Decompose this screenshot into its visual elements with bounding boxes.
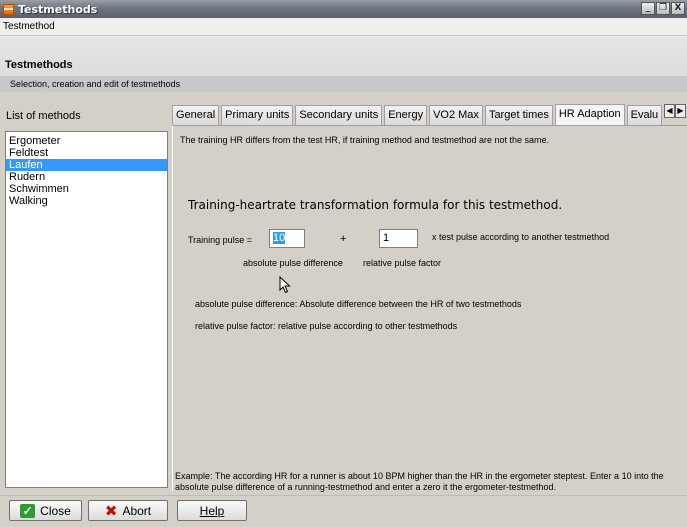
button-bar: ✓ Close ✖ Abort Help [0, 495, 687, 527]
tab-energy[interactable]: Energy [384, 105, 428, 125]
tab-general[interactable]: General [172, 105, 220, 125]
tab-target-times[interactable]: Target times [484, 105, 553, 125]
hr-adaption-panel: The training HR differs from the test HR… [172, 125, 687, 492]
close-button[interactable]: ✓ Close [9, 500, 82, 521]
abort-button-label: Abort [122, 503, 152, 518]
tab-scroll-left-icon[interactable]: ◀ [664, 104, 675, 118]
page-header: Testmethods Selection, creation and edit… [0, 36, 687, 92]
list-item-feldtest[interactable]: Feldtest [6, 147, 167, 159]
absolute-difference-description: absolute pulse difference: Absolute diff… [195, 299, 522, 309]
relative-pulse-factor-label: relative pulse factor [363, 258, 442, 268]
tab-primary-units[interactable]: Primary units [221, 105, 294, 125]
list-item-schwimmen[interactable]: Schwimmen [6, 183, 167, 195]
tab-scroll-right-icon[interactable]: ▶ [675, 104, 686, 118]
minimize-button[interactable]: _ [641, 2, 655, 15]
method-list-label: List of methods [6, 110, 81, 122]
tab-bar: General Primary units Secondary units Energ… [172, 104, 687, 125]
restore-button[interactable]: ❐ [656, 2, 670, 15]
example-text: Example: The according HR for a runner i… [175, 471, 664, 492]
method-list[interactable]: Ergometer Feldtest Laufen Rudern Schwimm… [5, 131, 168, 488]
tab-evaluation[interactable]: Evalu [626, 105, 663, 125]
tab-scroll-buttons: ◀ ▶ [664, 104, 686, 118]
formula-suffix: x test pulse according to another testme… [432, 232, 610, 242]
page-title: Testmethods [5, 59, 73, 71]
relative-pulse-factor-input[interactable]: 1 [379, 229, 418, 248]
app-icon [3, 3, 14, 15]
help-button[interactable]: Help [177, 500, 247, 521]
abort-button[interactable]: ✖ Abort [88, 500, 168, 521]
window-controls: _ ❐ X [641, 2, 685, 15]
title-bar: Testmethods _ ❐ X [0, 0, 687, 18]
close-button-label: Close [40, 503, 71, 518]
list-item-ergometer[interactable]: Ergometer [6, 135, 167, 147]
relative-factor-description: relative pulse factor: relative pulse ac… [195, 321, 458, 331]
x-icon: ✖ [104, 501, 118, 520]
list-item-laufen[interactable]: Laufen [6, 159, 167, 171]
mouse-cursor-icon [279, 275, 291, 297]
close-window-button[interactable]: X [671, 2, 685, 15]
help-button-label: Help [199, 503, 225, 518]
absolute-pulse-difference-input[interactable]: 10 [269, 229, 305, 248]
training-pulse-label: Training pulse = [188, 235, 252, 245]
tab-vo2-max[interactable]: VO2 Max [429, 105, 483, 125]
absolute-pulse-difference-label: absolute pulse difference [243, 258, 343, 268]
info-note: The training HR differs from the test HR… [180, 135, 550, 145]
page-subtitle: Selection, creation and edit of testmeth… [0, 76, 687, 92]
menu-testmethod[interactable]: Testmethod [3, 21, 55, 32]
list-item-rudern[interactable]: Rudern [6, 171, 167, 183]
tab-hr-adaption[interactable]: HR Adaption [554, 104, 625, 125]
tab-secondary-units[interactable]: Secondary units [295, 105, 383, 125]
formula-heading: Training-heartrate transformation formul… [188, 198, 563, 212]
check-icon: ✓ [20, 503, 36, 518]
menu-bar: Testmethod [0, 18, 687, 36]
window-title: Testmethods [18, 2, 98, 16]
plus-sign: + [340, 233, 347, 245]
list-item-walking[interactable]: Walking [6, 195, 167, 207]
